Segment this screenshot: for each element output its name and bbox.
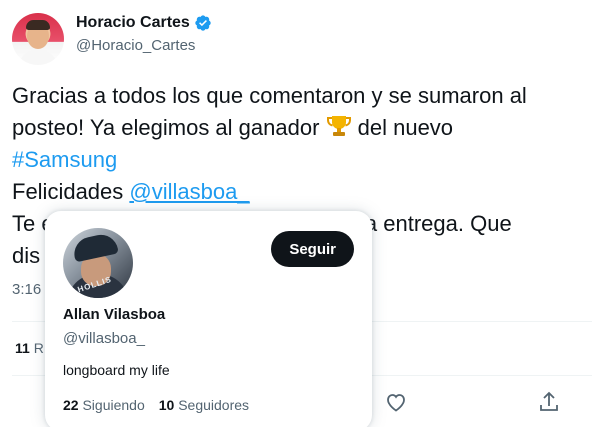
follow-button[interactable]: Seguir bbox=[271, 231, 354, 267]
trophy-icon bbox=[326, 116, 351, 136]
author-handle[interactable]: @Horacio_Cartes bbox=[76, 37, 212, 54]
following-count: 22 bbox=[63, 397, 79, 413]
share-icon[interactable] bbox=[537, 390, 561, 414]
followers-count: 10 bbox=[158, 397, 175, 413]
author-info: Horacio Cartes @Horacio_Cartes bbox=[76, 14, 212, 54]
tweet-line-6-left: dis bbox=[12, 243, 41, 268]
hashtag-link[interactable]: #Samsung bbox=[12, 147, 117, 172]
author-name-row[interactable]: Horacio Cartes bbox=[76, 14, 212, 32]
tweet-line-2: posteo! Ya elegimos al ganador del nuevo bbox=[12, 112, 592, 144]
retweet-count: 11 bbox=[15, 340, 30, 356]
tweet-line-2-text: posteo! Ya elegimos al ganador bbox=[12, 115, 326, 140]
tweet-line-3: #Samsung bbox=[12, 144, 592, 176]
tweet-timestamp[interactable]: 3:16 bbox=[12, 281, 41, 298]
profile-hovercard: HOLLIS Seguir Allan Vilasboa @villasboa_… bbox=[45, 211, 372, 427]
followers-label: Seguidores bbox=[178, 397, 250, 413]
heart-icon[interactable] bbox=[384, 390, 408, 414]
hovercard-bio: longboard my life bbox=[63, 362, 170, 378]
avatar-hair bbox=[26, 20, 50, 30]
followers-stat[interactable]: 10 Seguidores bbox=[159, 397, 249, 413]
avatar-cap bbox=[71, 231, 119, 263]
tweet-line-4-text: Felicidades bbox=[12, 179, 130, 204]
author-name[interactable]: Horacio Cartes bbox=[76, 14, 190, 32]
hovercard-stats: 22 Siguiendo 10 Seguidores bbox=[63, 397, 249, 413]
tweet-line-4: Felicidades @villasboa_ bbox=[12, 176, 592, 208]
avatar-shirt bbox=[18, 49, 58, 65]
tweet-line-1: Gracias a todos los que comentaron y se … bbox=[12, 83, 527, 108]
retweet-label: R bbox=[33, 340, 44, 356]
tweet-line-2-text-end: del nuevo bbox=[351, 115, 454, 140]
hovercard-handle[interactable]: @villasboa_ bbox=[63, 330, 145, 347]
following-label: Siguiendo bbox=[82, 397, 145, 413]
hovercard-name[interactable]: Allan Vilasboa bbox=[63, 306, 165, 323]
following-stat[interactable]: 22 Siguiendo bbox=[63, 397, 145, 413]
author-avatar[interactable] bbox=[12, 13, 64, 65]
mention-link[interactable]: @villasboa_ bbox=[129, 179, 249, 204]
retweet-stats[interactable]: 11 R bbox=[15, 340, 44, 356]
verified-badge-icon bbox=[195, 15, 211, 31]
hovercard-avatar[interactable]: HOLLIS bbox=[63, 228, 133, 298]
